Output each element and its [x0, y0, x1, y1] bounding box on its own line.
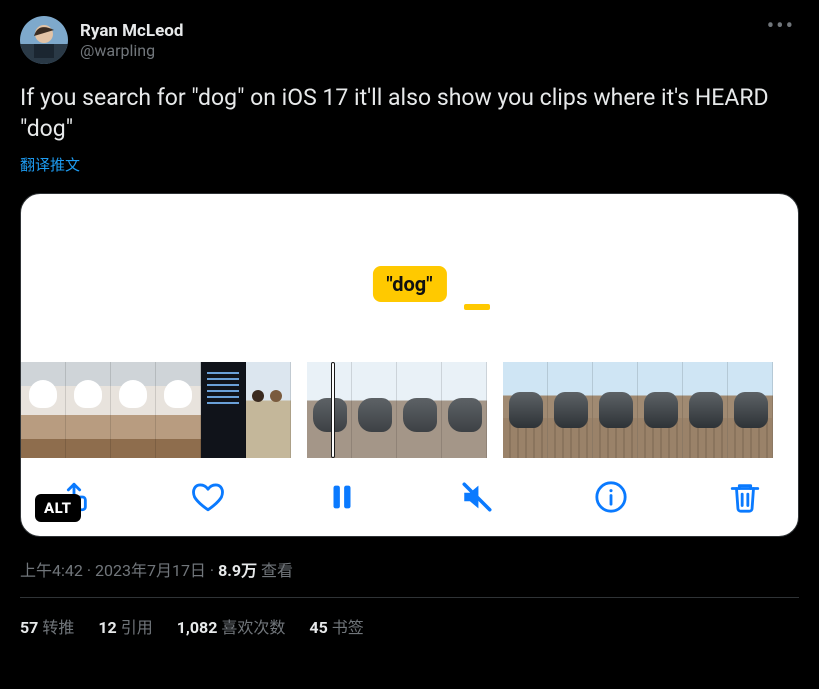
filmstrip[interactable] [21, 362, 798, 458]
thumbnail [728, 362, 773, 458]
stats-row: 57转推 12引用 1,082喜欢次数 45书签 [20, 598, 799, 638]
trash-icon[interactable] [728, 480, 762, 514]
thumbnail [638, 362, 683, 458]
clip-group-1[interactable] [21, 362, 291, 458]
clip-group-3[interactable] [503, 362, 773, 458]
pause-icon[interactable] [325, 480, 359, 514]
likes-stat[interactable]: 1,082喜欢次数 [177, 614, 286, 638]
thumbnail [593, 362, 638, 458]
thumbnail [683, 362, 728, 458]
thumbnail [156, 362, 201, 458]
avatar[interactable] [20, 16, 68, 64]
bookmarks-stat[interactable]: 45书签 [309, 614, 363, 638]
heart-icon[interactable] [191, 480, 225, 514]
meta-line: 上午4:42 · 2023年7月17日 · 8.9万 查看 [20, 557, 799, 581]
translate-link[interactable]: 翻译推文 [20, 154, 799, 175]
info-icon[interactable] [594, 480, 628, 514]
thumbnail [246, 362, 291, 458]
video-scrubber[interactable]: "dog" [21, 194, 798, 458]
thumbnail [66, 362, 111, 458]
thumbnail [21, 362, 66, 458]
thumbnail [442, 362, 487, 458]
author-names: Ryan McLeod @warpling [80, 21, 183, 60]
tweet-header: Ryan McLeod @warpling ••• [20, 16, 799, 64]
thumbnail [352, 362, 397, 458]
views-count: 8.9万 [218, 561, 257, 580]
clip-group-2[interactable] [307, 362, 487, 458]
handle[interactable]: @warpling [80, 41, 183, 60]
tweet-container: Ryan McLeod @warpling ••• If you search … [0, 0, 819, 638]
search-term-chip: "dog" [372, 266, 446, 302]
thumbnail [397, 362, 442, 458]
more-icon[interactable]: ••• [763, 16, 799, 37]
quotes-stat[interactable]: 12引用 [98, 614, 152, 638]
mute-icon[interactable] [460, 480, 494, 514]
thumbnail [548, 362, 593, 458]
thumbnail [307, 362, 352, 458]
thumbnail [201, 362, 246, 458]
retweets-stat[interactable]: 57转推 [20, 614, 74, 638]
match-marker [464, 304, 490, 310]
playhead[interactable] [331, 362, 335, 458]
tweet-text: If you search for "dog" on iOS 17 it'll … [20, 82, 799, 144]
display-name[interactable]: Ryan McLeod [80, 21, 183, 41]
media-card[interactable]: "dog" [20, 193, 799, 537]
author-block[interactable]: Ryan McLeod @warpling [20, 16, 183, 64]
tweet-date[interactable]: 2023年7月17日 [95, 561, 206, 580]
views-label: 查看 [257, 561, 293, 580]
tweet-time[interactable]: 上午4:42 [20, 561, 83, 580]
media-toolbar [21, 458, 798, 536]
alt-badge[interactable]: ALT [35, 494, 81, 522]
thumbnail [111, 362, 156, 458]
thumbnail [503, 362, 548, 458]
